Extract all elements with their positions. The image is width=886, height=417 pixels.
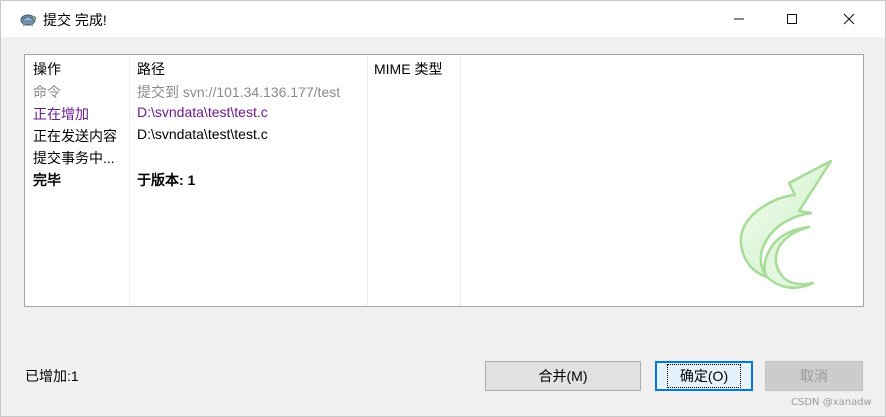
title-bar[interactable]: 提交 完成! bbox=[1, 1, 885, 37]
row-path[interactable]: D:\svndata\test\test.c bbox=[137, 104, 268, 120]
column-header-action[interactable]: 操作 bbox=[33, 59, 61, 79]
row-path[interactable]: 于版本: 1 bbox=[137, 170, 195, 190]
commit-dialog: 提交 完成! 操作 路径 MIME 类型 命令 提交到 svn://101.34… bbox=[0, 0, 886, 417]
close-button[interactable] bbox=[826, 1, 872, 37]
ok-button-label: 确定(O) bbox=[666, 364, 742, 388]
ok-button[interactable]: 确定(O) bbox=[655, 361, 753, 391]
maximize-icon bbox=[787, 14, 797, 24]
added-count-label: 已增加:1 bbox=[25, 368, 79, 384]
window-title: 提交 完成! bbox=[43, 12, 107, 28]
row-path[interactable]: D:\svndata\test\test.c bbox=[137, 126, 268, 142]
watermark: CSDN @xanadw bbox=[791, 397, 872, 408]
column-header-path[interactable]: 路径 bbox=[137, 59, 165, 79]
column-separator bbox=[129, 55, 130, 306]
row-action[interactable]: 正在发送内容 bbox=[33, 126, 117, 146]
column-separator bbox=[460, 55, 461, 306]
column-header-mime[interactable]: MIME 类型 bbox=[374, 59, 442, 79]
row-path[interactable]: 提交到 svn://101.34.136.177/test bbox=[137, 82, 340, 102]
minimize-icon bbox=[734, 18, 744, 20]
commit-log-list[interactable]: 操作 路径 MIME 类型 命令 提交到 svn://101.34.136.17… bbox=[24, 54, 864, 307]
column-separator bbox=[367, 55, 368, 306]
row-action[interactable]: 命令 bbox=[33, 82, 61, 102]
row-action[interactable]: 提交事务中... bbox=[33, 148, 115, 168]
minimize-button[interactable] bbox=[716, 1, 762, 37]
cancel-button[interactable]: 取消 bbox=[765, 361, 863, 391]
commit-arrow-icon bbox=[739, 159, 833, 290]
row-action[interactable]: 正在增加 bbox=[33, 104, 89, 124]
tortoise-icon bbox=[19, 10, 37, 28]
close-icon bbox=[843, 13, 855, 25]
merge-button[interactable]: 合并(M) bbox=[485, 361, 641, 391]
row-action[interactable]: 完毕 bbox=[33, 170, 61, 190]
maximize-button[interactable] bbox=[769, 1, 815, 37]
